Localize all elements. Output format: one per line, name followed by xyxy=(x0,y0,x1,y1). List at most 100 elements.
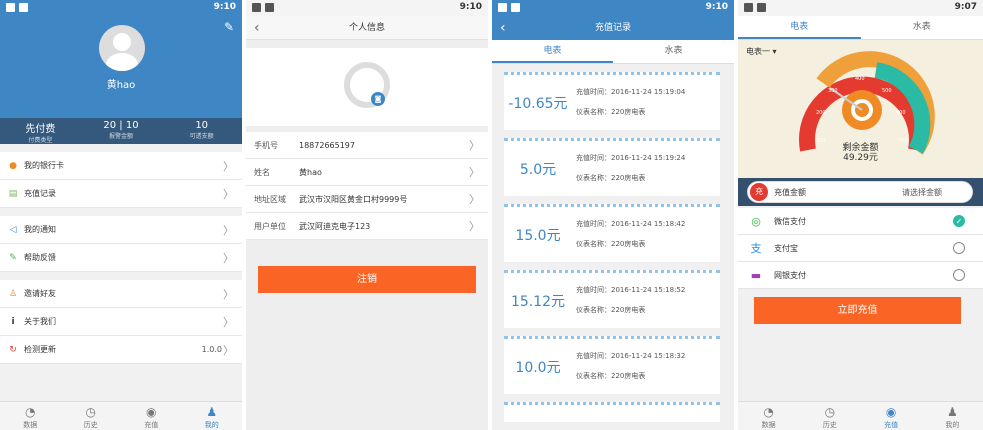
menu-about[interactable]: i 关于我们〉 xyxy=(0,308,242,336)
clock-icon: ◷ xyxy=(824,405,836,419)
title-bar: ‹ 充值记录 xyxy=(492,16,734,40)
field-name[interactable]: 姓名 黄hao 〉 xyxy=(246,159,488,186)
user-name: 黄hao xyxy=(106,80,136,91)
tab-mine[interactable]: ♟ 我的 xyxy=(922,402,983,430)
chevron-right-icon: 〉 xyxy=(469,193,480,206)
recharge-icon: 充 xyxy=(750,183,768,201)
radio-icon[interactable] xyxy=(953,269,965,281)
tab-recharge[interactable]: ◉ 充值 xyxy=(121,402,182,430)
list-item[interactable]: -10.65元 充值时间：2016-11-24 15:19:04 仪表名称：220房… xyxy=(504,72,720,130)
chevron-right-icon: 〉 xyxy=(223,343,234,357)
amount-select[interactable]: 充 充值金额 请选择金额 xyxy=(747,181,973,203)
user-icon: ♟ xyxy=(206,405,218,419)
status-bar: 9:10 xyxy=(246,0,488,16)
moneybag-icon: ◉ xyxy=(885,405,897,419)
profile-screen: 9:10 ✎ 黄hao 先付费 付费类型 20 | 10 报警金额 10 可透支额 ●… xyxy=(0,0,242,430)
field-phone[interactable]: 手机号 18872665197 〉 xyxy=(246,132,488,159)
moneybag-icon: ◉ xyxy=(146,405,157,419)
balance-value: 49.29元 xyxy=(843,153,878,163)
gauge-tick: 600 xyxy=(896,110,906,116)
chevron-right-icon: 〉 xyxy=(469,166,480,179)
person-icon: ♙ xyxy=(8,288,18,299)
bank-card-icon: ▬ xyxy=(750,268,762,282)
pay-alipay[interactable]: 支支付宝 xyxy=(738,235,983,262)
page-title: 充值记录 xyxy=(594,23,631,33)
chevron-right-icon: 〉 xyxy=(223,287,234,301)
speaker-icon: ◁ xyxy=(9,224,17,235)
gauge-tick: 400 xyxy=(855,76,865,82)
bottom-tab-bar: ◔ 数据 ◷ 历史 ◉ 充值 ♟ 我的 xyxy=(0,401,242,430)
back-icon[interactable]: ‹ xyxy=(254,16,260,40)
record-icon: ▤ xyxy=(8,188,18,199)
edit-icon[interactable]: ✎ xyxy=(224,20,234,34)
list-item[interactable]: 15.12元 充值时间：2016-11-24 15:18:52 仪表名称：220房电… xyxy=(504,270,720,328)
logout-button[interactable]: 注销 xyxy=(258,266,476,293)
gauge-tick: 500 xyxy=(882,88,892,94)
recharge-records-screen: 9:10 ‹ 充值记录 电表 水表 -10.65元 充值时间：2016-11-24 … xyxy=(492,0,734,430)
gauge-tick: 200 xyxy=(816,110,826,116)
account-stats: 先付费 付费类型 20 | 10 报警金额 10 可透支额 xyxy=(0,118,242,144)
recharge-now-button[interactable]: 立即充值 xyxy=(754,297,961,324)
chevron-right-icon: 〉 xyxy=(223,159,234,173)
radio-checked-icon[interactable]: ✓ xyxy=(953,215,965,227)
page-title: 个人信息 xyxy=(348,23,385,33)
status-bar: 9:07 xyxy=(738,0,983,16)
chevron-right-icon: 〉 xyxy=(469,220,480,233)
pay-wechat[interactable]: ◎ 微信支付 ✓ xyxy=(738,208,983,235)
chevron-right-icon: 〉 xyxy=(223,187,234,201)
status-bar: 9:10 xyxy=(0,0,242,16)
menu-bank-card[interactable]: ● 我的银行卡〉 xyxy=(0,152,242,180)
menu-notifications[interactable]: ◁ 我的通知〉 xyxy=(0,216,242,244)
menu-check-update[interactable]: ↻ 检测更新 1.0.0 〉 xyxy=(0,336,242,364)
tab-electric[interactable]: 电表 xyxy=(492,40,613,63)
avatar[interactable] xyxy=(99,25,145,71)
info-icon: i xyxy=(11,316,15,327)
card-icon: ● xyxy=(9,160,17,171)
chevron-right-icon: 〉 xyxy=(223,315,234,329)
pie-icon: ◔ xyxy=(25,405,36,419)
profile-header: ✎ 黄hao xyxy=(0,0,242,118)
balance-gauge: 电表一 ▾ 100 200 300 400 500 600 700 剩余金额 4… xyxy=(738,40,983,178)
radio-icon[interactable] xyxy=(953,242,965,254)
list-item[interactable]: 15.0元 充值时间：2016-11-24 15:18:42 仪表名称：220房电表 xyxy=(504,204,720,262)
tab-history[interactable]: ◷ 历史 xyxy=(61,402,122,430)
tab-data[interactable]: ◔ 数据 xyxy=(0,402,61,430)
recharge-screen: 9:07 电表 水表 电表一 ▾ 100 200 300 400 500 600… xyxy=(738,0,983,430)
menu-recharge-records[interactable]: ▤ 充值记录〉 xyxy=(0,180,242,208)
photo-area: ◙ xyxy=(246,48,488,126)
camera-icon[interactable]: ◙ xyxy=(371,92,385,106)
title-bar: ‹ 个人信息 xyxy=(246,16,488,40)
bottom-tab-bar: ◔ 数据 ◷ 历史 ◉ 充值 ♟ 我的 xyxy=(738,401,983,430)
list-item[interactable]: 5.0元 充值时间：2016-11-24 15:19:24 仪表名称：220房电表 xyxy=(504,138,720,196)
tab-water[interactable]: 水表 xyxy=(613,40,734,63)
list-item[interactable]: 10.0元 充值时间：2016-11-24 15:18:32 仪表名称：220房电表 xyxy=(504,336,720,394)
tab-recharge[interactable]: ◉ 充值 xyxy=(861,402,922,430)
chevron-right-icon: 〉 xyxy=(469,139,480,152)
tab-water[interactable]: 水表 xyxy=(861,16,983,39)
field-company[interactable]: 用户单位 武汉阿迪克电子123 〉 xyxy=(246,213,488,240)
back-icon[interactable]: ‹ xyxy=(500,16,506,40)
gauge-tick: 300 xyxy=(828,88,838,94)
menu-invite[interactable]: ♙ 邀请好友〉 xyxy=(0,280,242,308)
status-bar: 9:10 xyxy=(492,0,734,16)
edit-icon: ✎ xyxy=(9,252,17,263)
personal-info-screen: 9:10 ‹ 个人信息 ◙ 手机号 18872665197 〉 姓名 黄hao 〉 地址区… xyxy=(246,0,488,430)
tab-data[interactable]: ◔ 数据 xyxy=(738,402,799,430)
pie-icon: ◔ xyxy=(763,405,774,419)
user-icon: ♟ xyxy=(946,405,958,419)
field-address[interactable]: 地址区域 武汉市汉阳区黄金口村9999号〉 xyxy=(246,186,488,213)
list-item[interactable] xyxy=(504,402,720,422)
tab-mine[interactable]: ♟ 我的 xyxy=(182,402,243,430)
chevron-right-icon: 〉 xyxy=(223,251,234,265)
alipay-icon: 支 xyxy=(750,242,762,255)
tab-history[interactable]: ◷ 历史 xyxy=(799,402,860,430)
chevron-right-icon: 〉 xyxy=(223,223,234,237)
meter-tabs: 电表 水表 xyxy=(492,40,734,64)
menu-feedback[interactable]: ✎ 帮助反馈〉 xyxy=(0,244,242,272)
tab-electric[interactable]: 电表 xyxy=(738,16,861,39)
refresh-icon: ↻ xyxy=(9,344,17,355)
clock-icon: ◷ xyxy=(85,405,96,419)
pay-bank[interactable]: ▬ 网银支付 xyxy=(738,262,983,289)
wechat-icon: ◎ xyxy=(751,214,761,228)
meter-tabs: 电表 水表 xyxy=(738,16,983,40)
